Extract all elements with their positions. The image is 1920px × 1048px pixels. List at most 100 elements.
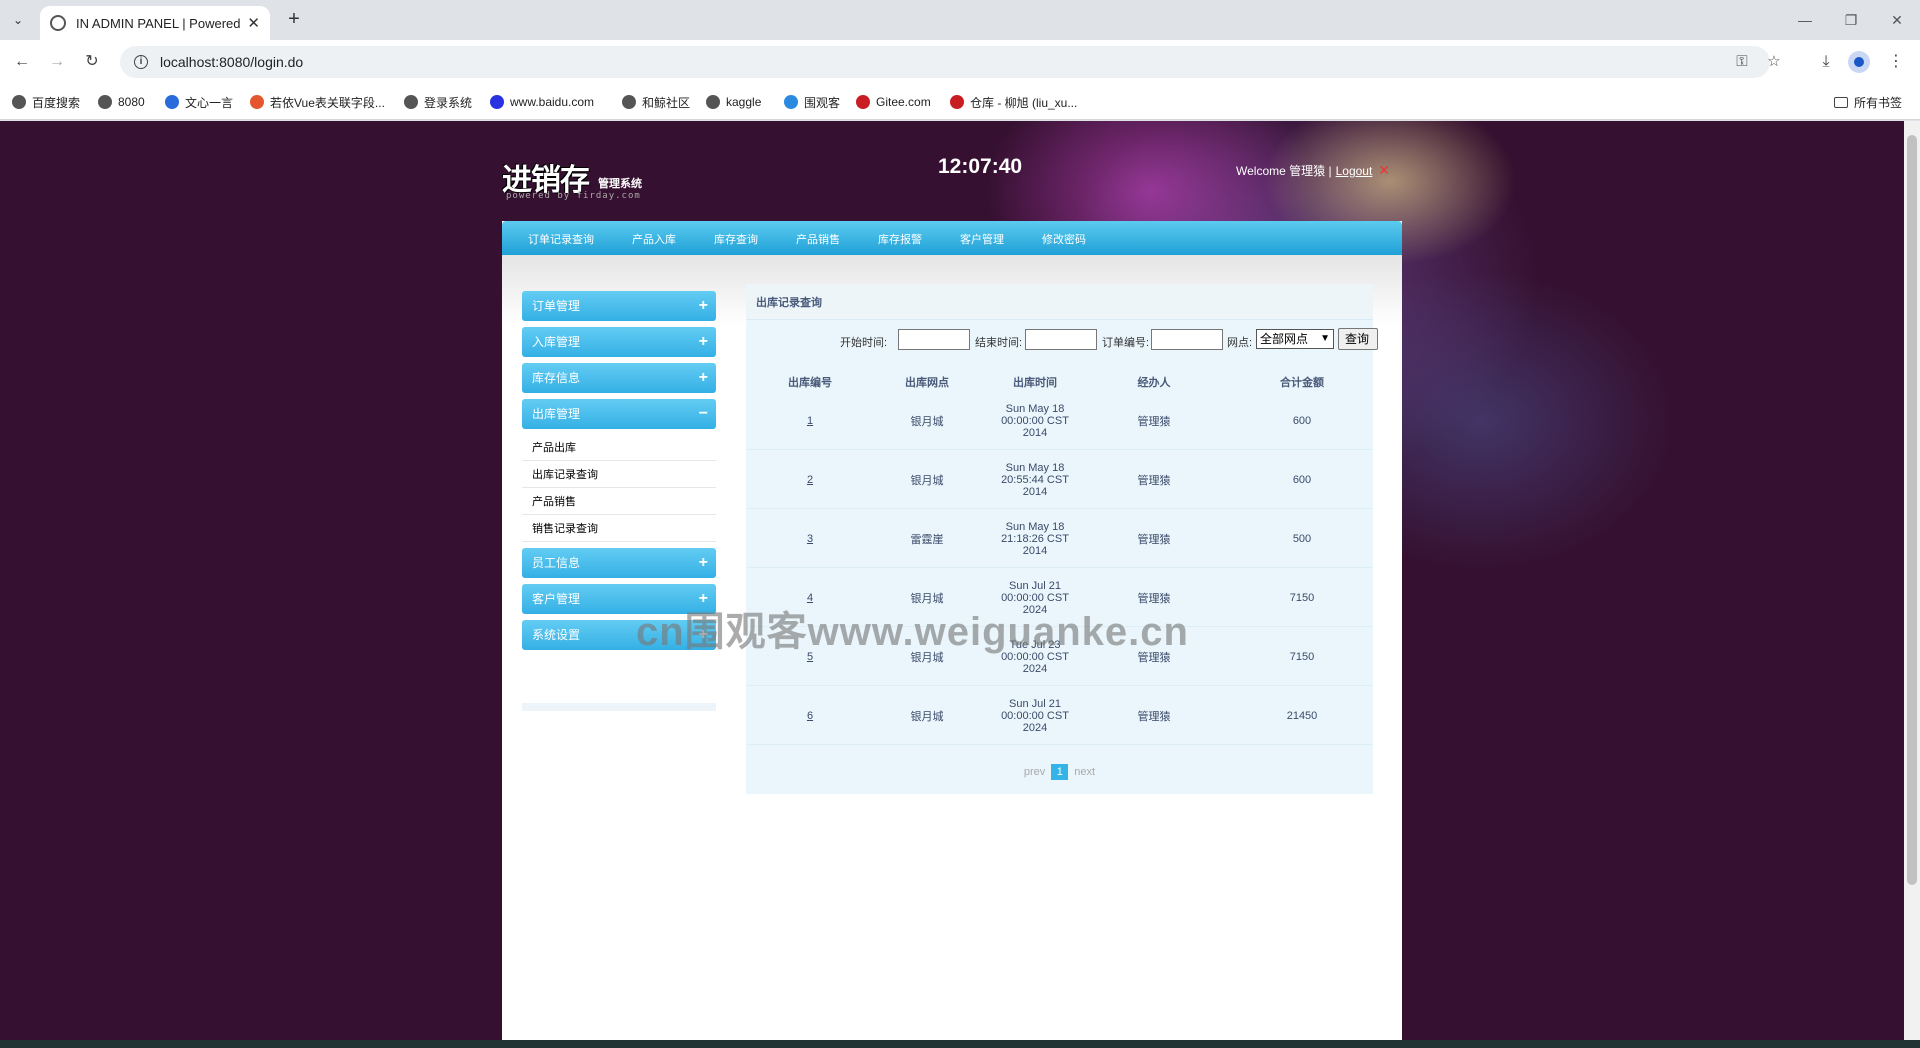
order-number-input[interactable]: [1151, 329, 1223, 350]
topnav-item[interactable]: 库存报警: [878, 231, 922, 247]
bookmark-item[interactable]: kaggle: [706, 92, 761, 112]
globe-icon: [50, 15, 66, 31]
forward-arrow-icon[interactable]: →: [45, 50, 69, 74]
sidebar-section[interactable]: 入库管理 +: [522, 327, 716, 357]
sidebar-section[interactable]: 订单管理 +: [522, 291, 716, 321]
restore-icon[interactable]: ❐: [1836, 8, 1866, 32]
expand-plus-icon: +: [698, 297, 708, 314]
sidebar-sub-item[interactable]: 出库记录查询: [522, 462, 716, 488]
topnav-item[interactable]: 修改密码: [1042, 231, 1086, 247]
sidebar-sub-item[interactable]: 产品销售: [522, 489, 716, 515]
record-id-link[interactable]: 1: [807, 415, 813, 427]
globe-icon: [404, 95, 418, 109]
logo-powered-by: powered by firday.com: [506, 191, 641, 201]
sidebar-sub-item[interactable]: 产品出库: [522, 435, 716, 461]
table-row: 6 银月城 Sun Jul 21 00:00:00 CST 2024 管理猿 21450: [746, 687, 1373, 745]
sidebar-sub-item[interactable]: 销售记录查询: [522, 516, 716, 542]
topnav-item[interactable]: 订单记录查询: [528, 231, 594, 247]
column-header: 出库时间: [1013, 377, 1057, 389]
browser-toolbar: ← → ↻ i localhost:8080/login.do ⚿ ☆ ⤓ ⋮: [0, 40, 1920, 84]
bookmark-label: Gitee.com: [876, 95, 931, 109]
expand-plus-icon: +: [698, 554, 708, 571]
bookmark-item[interactable]: 围观客: [784, 92, 840, 112]
bookmark-item[interactable]: 若依Vue表关联字段...: [250, 92, 385, 112]
password-key-icon[interactable]: ⚿: [1730, 50, 1754, 74]
url-text[interactable]: localhost:8080/login.do: [160, 54, 303, 70]
sidebar-section-label: 订单管理: [532, 299, 581, 313]
sidebar-section[interactable]: 库存信息 +: [522, 363, 716, 393]
sidebar-section-label: 系统设置: [532, 628, 581, 642]
gitee-icon: [856, 95, 870, 109]
site-select[interactable]: 全部网点 ▼: [1256, 329, 1334, 349]
logout-close-icon[interactable]: ✕: [1378, 162, 1390, 178]
bookmark-item[interactable]: 和鲸社区: [622, 92, 690, 112]
cell-agent: 管理猿: [1137, 534, 1171, 546]
minimize-icon[interactable]: —: [1790, 8, 1820, 32]
tab-search-chevron-icon[interactable]: ⌄: [6, 8, 30, 32]
back-arrow-icon[interactable]: ←: [10, 50, 34, 74]
panel-header: [746, 284, 1373, 320]
cell-amount: 600: [1292, 474, 1312, 486]
bookmark-item[interactable]: 8080: [98, 92, 145, 112]
chevron-down-icon: ▼: [1320, 333, 1330, 344]
bookmark-item[interactable]: www.baidu.com: [490, 92, 594, 112]
topnav-item[interactable]: 客户管理: [960, 231, 1004, 247]
sidebar-section[interactable]: 出库管理 −: [522, 399, 716, 429]
download-icon[interactable]: ⤓: [1814, 50, 1838, 74]
sidebar-section-label: 库存信息: [532, 371, 581, 385]
topnav-item[interactable]: 库存查询: [714, 231, 758, 247]
all-bookmarks-button[interactable]: 所有书签: [1834, 92, 1902, 112]
bookmark-item[interactable]: 百度搜索: [12, 92, 80, 112]
baidu-paw-icon: [490, 95, 504, 109]
sidebar-section-label: 客户管理: [532, 592, 581, 606]
sidebar-section[interactable]: 员工信息 +: [522, 548, 716, 578]
globe-icon: [12, 95, 26, 109]
record-id-link[interactable]: 2: [807, 474, 813, 486]
bookmark-item[interactable]: 仓库 - 柳旭 (liu_xu...: [950, 92, 1077, 112]
bookmark-item[interactable]: 登录系统: [404, 92, 472, 112]
browser-tab[interactable]: IN ADMIN PANEL | Powered ✕: [40, 6, 270, 40]
table-row: 1 银月城 Sun May 18 00:00:00 CST 2014 管理猿 600: [746, 392, 1373, 450]
cell-amount: 21450: [1286, 710, 1318, 722]
topnav-item[interactable]: 产品销售: [796, 231, 840, 247]
browser-tab-strip: ⌄ IN ADMIN PANEL | Powered ✕ + — ❐ ✕: [0, 0, 1920, 40]
topnav-item[interactable]: 产品入库: [632, 231, 676, 247]
bookmark-label: kaggle: [726, 95, 762, 109]
cell-time: Sun Jul 21 00:00:00 CST 2024: [1001, 698, 1069, 734]
start-time-input[interactable]: [898, 329, 970, 350]
profile-avatar-icon[interactable]: [1848, 51, 1870, 73]
bookmark-item[interactable]: Gitee.com: [856, 92, 931, 112]
column-header: 出库编号: [788, 377, 832, 389]
record-id-link[interactable]: 6: [807, 710, 813, 722]
collapse-minus-icon: −: [698, 405, 708, 422]
window-close-icon[interactable]: ✕: [1882, 8, 1912, 32]
cell-amount: 7150: [1289, 592, 1315, 604]
query-button[interactable]: 查询: [1338, 328, 1378, 350]
cell-amount: 600: [1292, 415, 1312, 427]
page-scrollbar[interactable]: [1904, 121, 1920, 1040]
record-id-link[interactable]: 3: [807, 533, 813, 545]
cell-time: Sun May 18 00:00:00 CST 2014: [1001, 403, 1069, 439]
bookmark-label: www.baidu.com: [510, 95, 595, 109]
new-tab-plus-icon[interactable]: +: [282, 8, 306, 32]
reload-icon[interactable]: ↻: [80, 50, 104, 74]
globe-icon: [622, 95, 636, 109]
site-info-icon[interactable]: i: [134, 55, 148, 69]
address-bar[interactable]: i localhost:8080/login.do ⚿ ☆: [120, 46, 1781, 78]
more-menu-icon[interactable]: ⋮: [1884, 50, 1908, 74]
bookmark-label: 若依Vue表关联字段...: [270, 95, 385, 110]
weiguanke-icon: [784, 95, 798, 109]
bookmark-item[interactable]: 文心一言: [165, 92, 233, 112]
pager-current-page[interactable]: 1: [1051, 764, 1069, 780]
cell-agent: 管理猿: [1137, 416, 1171, 428]
filter-bar: 开始时间: 结束时间: 订单编号: 网点: 全部网点 ▼ 查询: [746, 328, 1378, 352]
expand-plus-icon: +: [698, 369, 708, 386]
bookmark-star-icon[interactable]: ☆: [1762, 50, 1786, 74]
pager-prev[interactable]: prev: [1024, 766, 1045, 778]
end-time-input[interactable]: [1025, 329, 1097, 350]
tab-close-icon[interactable]: ✕: [247, 14, 260, 32]
pager-next[interactable]: next: [1074, 766, 1095, 778]
table-row: 3 雷霆崖 Sun May 18 21:18:26 CST 2014 管理猿 500: [746, 510, 1373, 568]
scrollbar-thumb[interactable]: [1907, 135, 1917, 885]
logout-link[interactable]: Logout: [1336, 164, 1373, 178]
